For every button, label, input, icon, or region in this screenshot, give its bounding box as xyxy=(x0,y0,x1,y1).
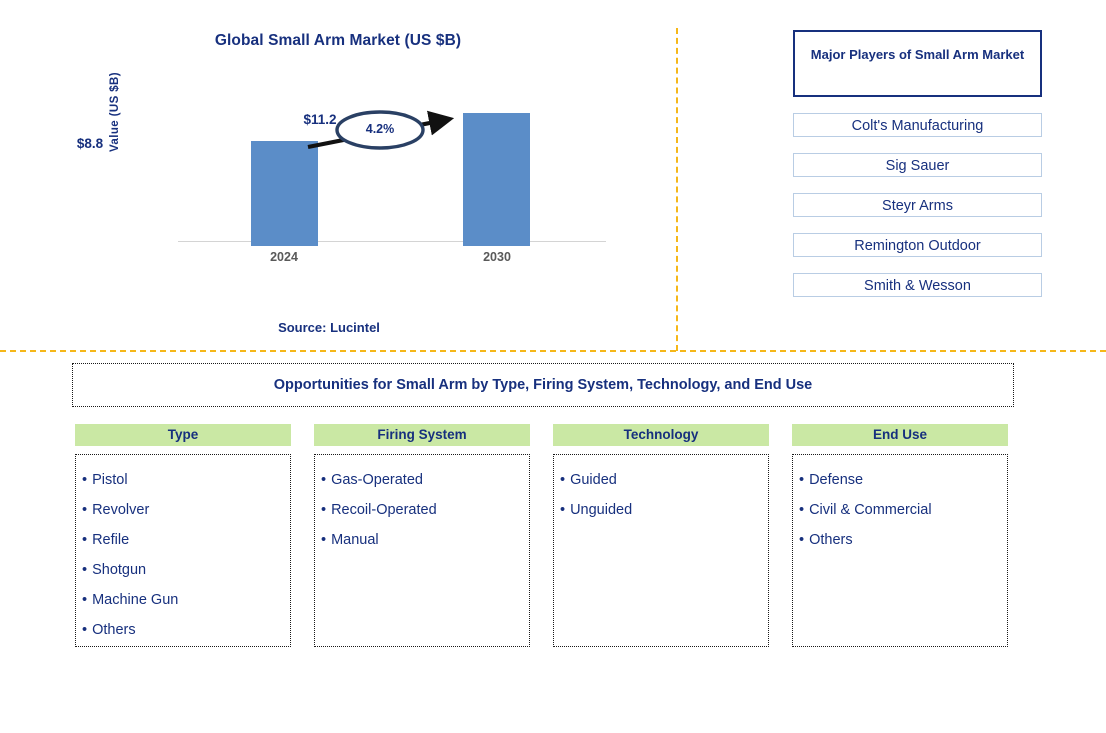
list-item: • Manual xyxy=(321,525,523,555)
column-body: • Pistol • Revolver • Refile • Shotgun • Mach… xyxy=(75,454,291,647)
list-item: • Others xyxy=(82,615,284,645)
column-header: End Use xyxy=(792,424,1008,446)
chart-title: Global Small Arm Market (US $B) xyxy=(214,32,462,49)
column-header: Firing System xyxy=(314,424,530,446)
opportunity-column-end-use: End Use • Defense • Civil & Commercial • Ot… xyxy=(792,424,1008,647)
chart-y-axis-title: Value (US $B) xyxy=(109,72,121,152)
major-players-header: Major Players of Small Arm Market xyxy=(793,30,1042,97)
opportunities-columns: Type • Pistol • Revolver • Refile • Shotgun … xyxy=(75,424,1015,647)
source-label: Source: Lucintel xyxy=(278,320,380,335)
list-item-label: Defense xyxy=(809,472,864,488)
column-header: Technology xyxy=(553,424,769,446)
player-row: Smith & Wesson xyxy=(793,273,1042,297)
bullet-icon: • xyxy=(82,562,88,578)
bullet-icon: • xyxy=(799,532,805,548)
bar-value-2024: $8.8 xyxy=(76,136,104,151)
list-item: • Gas-Operated xyxy=(321,465,523,495)
bullet-icon: • xyxy=(82,502,88,518)
column-header: Type xyxy=(75,424,291,446)
player-row: Sig Sauer xyxy=(793,153,1042,177)
cagr-value-label: 4.2% xyxy=(365,122,395,136)
column-body: • Guided • Unguided xyxy=(553,454,769,647)
list-item: • Defense xyxy=(799,465,1001,495)
bullet-icon: • xyxy=(82,472,88,488)
bullet-icon: • xyxy=(82,592,88,608)
list-item: • Unguided xyxy=(560,495,762,525)
list-item: • Revolver xyxy=(82,495,284,525)
bullet-icon: • xyxy=(321,472,327,488)
bullet-icon: • xyxy=(560,472,566,488)
list-item-label: Pistol xyxy=(92,472,128,488)
bullet-icon: • xyxy=(321,502,327,518)
list-item-label: Shotgun xyxy=(92,562,147,578)
opportunities-banner-label: Opportunities for Small Arm by Type, Fir… xyxy=(273,377,813,393)
opportunity-column-firing-system: Firing System • Gas-Operated • Recoil-Oper… xyxy=(314,424,530,647)
x-tick-2030: 2030 xyxy=(483,250,511,264)
list-item-label: Gas-Operated xyxy=(331,472,423,488)
column-body: • Gas-Operated • Recoil-Operated • Manual xyxy=(314,454,530,647)
list-item-label: Others xyxy=(92,622,136,638)
player-row: Remington Outdoor xyxy=(793,233,1042,257)
opportunity-column-type: Type • Pistol • Revolver • Refile • Shotgun … xyxy=(75,424,291,647)
opportunities-banner: Opportunities for Small Arm by Type, Fir… xyxy=(72,363,1014,407)
list-item-label: Manual xyxy=(331,532,379,548)
list-item: • Refile xyxy=(82,525,284,555)
chart-panel: Global Small Arm Market (US $B) Value (U… xyxy=(0,0,676,350)
bullet-icon: • xyxy=(82,532,88,548)
opportunity-column-technology: Technology • Guided • Unguided xyxy=(553,424,769,647)
bullet-icon: • xyxy=(560,502,566,518)
list-item: • Recoil-Operated xyxy=(321,495,523,525)
list-item: • Others xyxy=(799,525,1001,555)
list-item: • Pistol xyxy=(82,465,284,495)
list-item: • Civil & Commercial xyxy=(799,495,1001,525)
bullet-icon: • xyxy=(82,622,88,638)
list-item-label: Civil & Commercial xyxy=(809,502,932,518)
list-item-label: Refile xyxy=(92,532,130,548)
bullet-icon: • xyxy=(321,532,327,548)
horizontal-divider xyxy=(0,350,1106,352)
player-row: Colt's Manufacturing xyxy=(793,113,1042,137)
bullet-icon: • xyxy=(799,472,805,488)
list-item-label: Recoil-Operated xyxy=(331,502,437,518)
list-item-label: Machine Gun xyxy=(92,592,179,608)
x-tick-2024: 2024 xyxy=(270,250,298,264)
list-item: • Shotgun xyxy=(82,555,284,585)
list-item: • Guided xyxy=(560,465,762,495)
list-item: • Machine Gun xyxy=(82,585,284,615)
player-row: Steyr Arms xyxy=(793,193,1042,217)
list-item-label: Guided xyxy=(570,472,617,488)
vertical-divider xyxy=(676,28,678,351)
major-players-panel: Major Players of Small Arm Market Colt's… xyxy=(793,30,1042,297)
list-item-label: Unguided xyxy=(570,502,633,518)
bullet-icon: • xyxy=(799,502,805,518)
column-body: • Defense • Civil & Commercial • Others xyxy=(792,454,1008,647)
list-item-label: Revolver xyxy=(92,502,150,518)
list-item-label: Others xyxy=(809,532,853,548)
